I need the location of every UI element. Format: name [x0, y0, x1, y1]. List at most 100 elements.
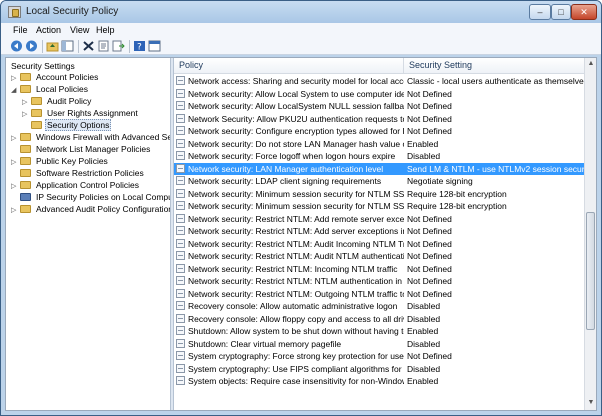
forward-icon[interactable]	[25, 40, 38, 52]
tree-item-local-policies[interactable]: ◢ Local Policies	[11, 83, 90, 95]
security-setting: Enabled	[407, 326, 439, 336]
menu-bar: File Action View Help	[1, 23, 601, 38]
tree-item-ip-security[interactable]: IP Security Policies on Local Computer	[11, 191, 170, 203]
table-row[interactable]: Shutdown: Allow system to be shut down w…	[174, 325, 584, 338]
policy-name: Network security: Restrict NTLM: Incomin…	[176, 263, 404, 275]
policy-icon	[176, 263, 185, 273]
help-icon[interactable]: ?	[133, 40, 146, 52]
table-row[interactable]: System cryptography: Use FIPS compliant …	[174, 363, 584, 376]
folder-icon	[20, 73, 31, 81]
tree-item-advanced-audit[interactable]: ▷ Advanced Audit Policy Configuration	[11, 203, 170, 215]
policy-name: Network security: Minimum session securi…	[176, 200, 404, 212]
column-header-setting[interactable]: Security Setting	[404, 58, 584, 74]
table-row[interactable]: Network security: Restrict NTLM: NTLM au…	[174, 275, 584, 288]
policy-list: Policy Security Setting Network access: …	[174, 58, 584, 410]
table-row[interactable]: Network security: Restrict NTLM: Add ser…	[174, 225, 584, 238]
policy-name: Network security: Force logoff when logo…	[176, 150, 404, 162]
policy-icon	[176, 313, 185, 323]
tree-item-network-list-manager[interactable]: Network List Manager Policies	[11, 143, 152, 155]
policy-name: Network security: Restrict NTLM: NTLM au…	[176, 275, 404, 287]
scroll-down-arrow[interactable]: ▼	[586, 398, 596, 408]
table-row[interactable]: Network security: Restrict NTLM: Outgoin…	[174, 288, 584, 301]
table-row[interactable]: System objects: Require case insensitivi…	[174, 375, 584, 388]
vertical-scrollbar[interactable]: ▲ ▼	[584, 58, 596, 410]
folder-icon	[31, 121, 42, 129]
table-row[interactable]: Network security: Minimum session securi…	[174, 188, 584, 201]
scroll-thumb[interactable]	[586, 212, 595, 330]
policy-name: Network security: Configure encryption t…	[176, 125, 404, 137]
properties-icon[interactable]	[97, 40, 110, 52]
table-row[interactable]: Recovery console: Allow automatic admini…	[174, 300, 584, 313]
security-setting: Not Defined	[407, 126, 452, 136]
toolbar-separator	[129, 40, 130, 53]
table-row[interactable]: Network security: Allow LocalSystem NULL…	[174, 100, 584, 113]
policy-icon	[176, 363, 185, 373]
table-row[interactable]: Network security: Allow Local System to …	[174, 88, 584, 101]
security-setting: Classic - local users authenticate as th…	[407, 76, 584, 86]
close-button[interactable]: ✕	[571, 4, 597, 20]
table-row[interactable]: System cryptography: Force strong key pr…	[174, 350, 584, 363]
minimize-button[interactable]: –	[529, 4, 551, 20]
table-row[interactable]: Shutdown: Clear virtual memory pagefile D…	[174, 338, 584, 351]
tree-item-public-key-policies[interactable]: ▷ Public Key Policies	[11, 155, 110, 167]
table-row[interactable]: Recovery console: Allow floppy copy and …	[174, 313, 584, 326]
folder-icon	[20, 169, 31, 177]
security-setting: Not Defined	[407, 238, 452, 249]
menu-view[interactable]: View	[70, 25, 89, 35]
policy-name: Network security: Restrict NTLM: Outgoin…	[176, 288, 404, 300]
tree-item-audit-policy[interactable]: ▷ Audit Policy	[22, 95, 93, 107]
scroll-up-arrow[interactable]: ▲	[586, 59, 596, 69]
policy-icon	[176, 338, 185, 348]
tree-pane: Security Settings ▷ Account Policies ◢ Loc…	[6, 58, 170, 410]
security-setting: Not Defined	[407, 213, 452, 224]
show-hide-tree-icon[interactable]	[61, 40, 74, 52]
table-row[interactable]: Network security: Minimum session securi…	[174, 200, 584, 213]
delete-icon[interactable]	[82, 40, 95, 52]
table-row[interactable]: Network Security: Allow PKU2U authentica…	[174, 113, 584, 126]
security-setting: Send LM & NTLM - use NTLMv2 session secu…	[407, 163, 584, 174]
tree-item-account-policies[interactable]: ▷ Account Policies	[11, 71, 100, 83]
folder-icon	[20, 205, 31, 213]
policy-icon	[176, 101, 185, 110]
policy-name: System cryptography: Use FIPS compliant …	[176, 363, 404, 375]
security-setting: Enabled	[407, 376, 439, 386]
table-row[interactable]: Network security: Restrict NTLM: Add rem…	[174, 213, 584, 226]
tree-item-security-options[interactable]: Security Options	[22, 119, 112, 131]
tree-item-user-rights-assignment[interactable]: ▷ User Rights Assignment	[22, 107, 140, 119]
expand-icon[interactable]: ▷	[11, 205, 19, 217]
menu-help[interactable]: Help	[96, 25, 115, 35]
policy-name: Shutdown: Allow system to be shut down w…	[176, 325, 404, 337]
table-row[interactable]: Network security: LDAP client signing re…	[174, 175, 584, 188]
menu-file[interactable]: File	[13, 25, 28, 35]
toolbar-separator	[78, 40, 79, 53]
column-header-policy[interactable]: Policy	[174, 58, 404, 74]
policy-name: Network security: Restrict NTLM: Audit N…	[176, 250, 404, 262]
menu-action[interactable]: Action	[36, 25, 61, 35]
security-setting: Require 128-bit encryption	[407, 201, 507, 211]
folder-icon	[31, 97, 42, 105]
table-row[interactable]: Network security: Do not store LAN Manag…	[174, 138, 584, 151]
console-icon[interactable]	[148, 40, 161, 52]
maximize-button[interactable]: □	[551, 4, 571, 20]
table-row[interactable]: Network security: Force logoff when logo…	[174, 150, 584, 163]
tree-item-software-restriction[interactable]: Software Restriction Policies	[11, 167, 146, 179]
table-row[interactable]: Network security: Configure encryption t…	[174, 125, 584, 138]
table-row[interactable]: Network security: Restrict NTLM: Incomin…	[174, 263, 584, 276]
table-row[interactable]: Network access: Sharing and security mod…	[174, 75, 584, 88]
table-row[interactable]: Network security: Restrict NTLM: Audit I…	[174, 238, 584, 251]
title-bar[interactable]: Local Security Policy – □ ✕	[1, 1, 601, 23]
policy-icon	[176, 226, 185, 235]
back-icon[interactable]	[10, 40, 23, 52]
export-icon[interactable]	[112, 40, 125, 52]
security-policy-icon	[8, 6, 21, 18]
collapse-icon[interactable]: ◢	[11, 85, 19, 97]
folder-icon	[20, 133, 31, 141]
tree-item-application-control[interactable]: ▷ Application Control Policies	[11, 179, 141, 191]
tree-item-windows-firewall[interactable]: ▷Windows Firewall with Advanced Security	[11, 131, 170, 143]
policy-icon	[176, 138, 185, 148]
security-setting: Disabled	[407, 301, 441, 311]
up-folder-icon[interactable]	[46, 40, 59, 52]
policy-name: Network security: LAN Manager authentica…	[176, 163, 404, 175]
table-row[interactable]: Network security: Restrict NTLM: Audit N…	[174, 250, 584, 263]
table-row[interactable]: Network security: LAN Manager authentica…	[174, 162, 584, 175]
